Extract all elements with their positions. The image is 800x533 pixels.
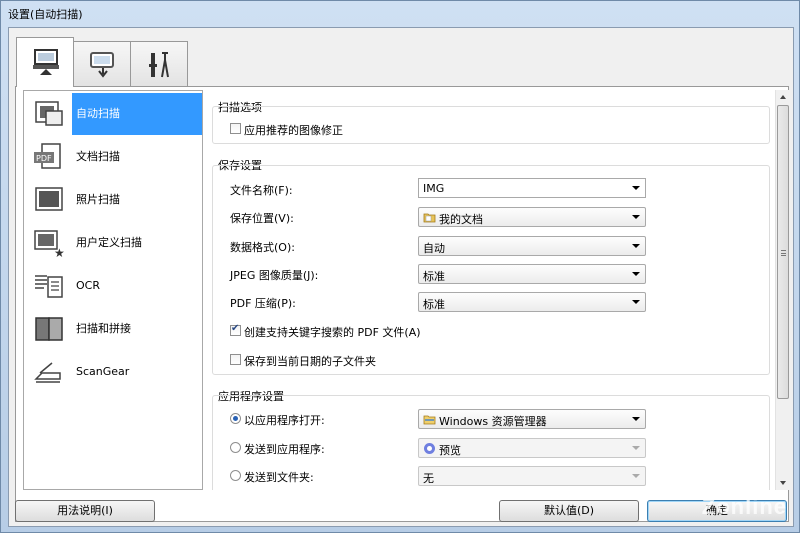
nav-item-scangear[interactable]: ScanGear — [24, 351, 202, 393]
send-to-app-value: 预览 — [439, 444, 461, 457]
pdf-compression-select[interactable]: 标准 — [418, 292, 646, 312]
data-format-label: 数据格式(O): — [230, 241, 295, 254]
svg-text:★: ★ — [54, 246, 65, 258]
svg-text:PDF: PDF — [36, 154, 52, 163]
nav-item-document-scan[interactable]: PDF 文档扫描 — [24, 136, 202, 178]
recommended-correction-label: 应用推荐的图像修正 — [244, 124, 343, 137]
settings-scrollbar[interactable] — [775, 90, 789, 490]
chevron-down-icon — [632, 215, 640, 219]
nav-label-photo-scan: 照片扫描 — [76, 193, 120, 206]
file-name-label: 文件名称(F): — [230, 184, 293, 197]
tab-scan-from-computer[interactable] — [16, 37, 74, 87]
date-subfolder-label: 保存到当前日期的子文件夹 — [244, 355, 376, 368]
recommended-correction-checkbox[interactable] — [230, 123, 241, 134]
tab-panel: 自动扫描 PDF 文档扫描 照片扫描 ★ 用户定义扫描 OCR 扫描和拼接 Sc… — [15, 86, 789, 522]
settings-window: 设置(自动扫描) 自动扫描 PDF 文档扫描 照片扫描 ★ 用户定义扫描 OCR… — [0, 0, 800, 533]
open-with-select[interactable]: Windows 资源管理器 — [418, 409, 646, 429]
nav-label-auto-scan: 自动扫描 — [72, 93, 202, 135]
nav-label-scan-stitch: 扫描和拼接 — [76, 322, 131, 335]
send-to-folder-select[interactable]: 无 — [418, 466, 646, 486]
scroll-down-button[interactable] — [776, 476, 790, 490]
ocr-text-icon — [35, 275, 63, 298]
tab-scan-from-panel[interactable] — [73, 41, 131, 86]
nav-item-photo-scan[interactable]: 照片扫描 — [24, 179, 202, 221]
window-title: 设置(自动扫描) — [8, 8, 83, 21]
open-with-label: 以应用程序打开: — [244, 414, 325, 427]
nav-item-custom-scan[interactable]: ★ 用户定义扫描 — [24, 222, 202, 264]
save-location-value: 我的文档 — [439, 213, 483, 226]
nav-label-ocr: OCR — [76, 279, 100, 292]
pdf-compression-label: PDF 压缩(P): — [230, 297, 296, 310]
scan-from-computer-icon — [33, 49, 59, 75]
file-name-value: IMG — [423, 182, 445, 195]
scroll-thumb[interactable] — [777, 105, 789, 399]
nav-item-scan-stitch[interactable]: 扫描和拼接 — [24, 308, 202, 350]
save-location-select[interactable]: 我的文档 — [418, 207, 646, 227]
settings-area: 扫描选项 应用推荐的图像修正 保存设置 文件名称(F): IMG 保存位置(V)… — [206, 90, 774, 490]
scangear-icon — [34, 362, 61, 383]
data-format-value: 自动 — [423, 242, 445, 255]
data-format-select[interactable]: 自动 — [418, 236, 646, 256]
nav-item-ocr[interactable]: OCR — [24, 265, 202, 307]
scan-from-panel-icon — [90, 52, 114, 78]
chevron-down-icon — [632, 272, 640, 276]
jpeg-quality-value: 标准 — [423, 270, 445, 283]
send-to-folder-radio[interactable] — [230, 470, 241, 481]
folder-icon — [423, 213, 436, 223]
jpeg-quality-label: JPEG 图像质量(J): — [230, 269, 319, 282]
chevron-down-icon — [632, 300, 640, 304]
open-with-value: Windows 资源管理器 — [439, 415, 547, 428]
keyword-pdf-checkbox[interactable] — [230, 323, 241, 336]
custom-scan-icon: ★ — [34, 230, 65, 258]
chevron-down-icon — [632, 186, 640, 190]
send-to-app-select[interactable]: 预览 — [418, 438, 646, 458]
send-to-folder-value: 无 — [423, 472, 434, 485]
pdf-compression-value: 标准 — [423, 298, 445, 311]
keyword-pdf-label: 创建支持关键字搜索的 PDF 文件(A) — [244, 326, 421, 339]
send-to-folder-label: 发送到文件夹: — [244, 471, 314, 484]
watermark-logo: Zonline — [701, 494, 787, 519]
explorer-folder-icon — [423, 415, 436, 425]
open-with-radio[interactable] — [230, 413, 241, 424]
general-settings-tools-icon — [149, 52, 169, 78]
stitch-icon — [35, 317, 63, 341]
chevron-down-icon — [632, 474, 640, 478]
chevron-down-icon — [632, 417, 640, 421]
nav-label-scangear: ScanGear — [76, 365, 130, 378]
nav-label-document-scan: 文档扫描 — [76, 150, 120, 163]
defaults-button[interactable]: 默认值(D) — [499, 500, 639, 522]
file-name-combo[interactable]: IMG — [418, 178, 646, 198]
nav-item-auto-scan[interactable]: 自动扫描 — [24, 93, 202, 135]
scroll-up-button[interactable] — [776, 90, 790, 104]
send-to-app-radio[interactable] — [230, 442, 241, 453]
date-subfolder-checkbox[interactable] — [230, 354, 241, 365]
chevron-down-icon — [632, 446, 640, 450]
jpeg-quality-select[interactable]: 标准 — [418, 264, 646, 284]
pdf-document-icon: PDF — [34, 143, 61, 169]
save-location-label: 保存位置(V): — [230, 212, 294, 225]
scan-mode-list: 自动扫描 PDF 文档扫描 照片扫描 ★ 用户定义扫描 OCR 扫描和拼接 Sc… — [23, 90, 203, 490]
send-to-app-label: 发送到应用程序: — [244, 443, 325, 456]
help-button[interactable]: 用法说明(I) — [15, 500, 155, 522]
auto-scan-icon — [35, 101, 63, 126]
dialog-client-area: 自动扫描 PDF 文档扫描 照片扫描 ★ 用户定义扫描 OCR 扫描和拼接 Sc… — [8, 27, 794, 527]
preview-app-icon — [424, 443, 435, 454]
tab-general-settings[interactable] — [130, 41, 188, 86]
grip-icon — [781, 250, 786, 256]
photo-icon — [35, 187, 63, 211]
nav-label-custom-scan: 用户定义扫描 — [76, 236, 142, 249]
title-bar[interactable]: 设置(自动扫描) — [1, 1, 800, 25]
chevron-down-icon — [632, 244, 640, 248]
